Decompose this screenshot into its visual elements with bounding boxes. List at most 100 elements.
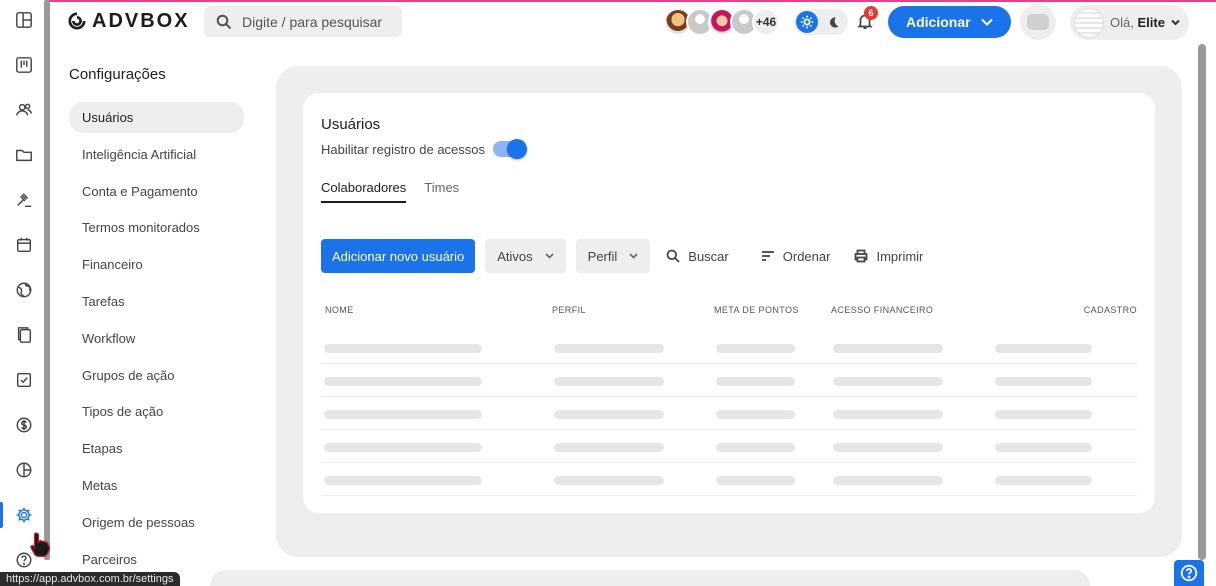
notification-badge: 6	[864, 6, 878, 20]
table-row	[321, 331, 1137, 364]
gear-icon[interactable]	[14, 505, 34, 525]
theme-toggle[interactable]	[794, 9, 848, 35]
column-header-meta[interactable]: META DE PONTOS	[714, 305, 799, 315]
print-button-label: Imprimir	[876, 248, 924, 264]
skeleton-cell	[833, 344, 943, 353]
settings-item-ia[interactable]: Inteligência Artificial	[69, 139, 244, 170]
search-button-label: Buscar	[688, 248, 729, 264]
folder-icon[interactable]	[14, 145, 34, 165]
settings-item-etapas[interactable]: Etapas	[69, 433, 244, 464]
sun-icon[interactable]	[796, 11, 818, 33]
rail-scrollbar[interactable]	[44, 0, 50, 560]
robot-icon	[1027, 14, 1049, 30]
search-button[interactable]: Buscar	[666, 248, 729, 264]
team-avatars[interactable]: +46	[664, 8, 780, 38]
page-title: Usuários	[321, 116, 381, 133]
settings-nav: Usuários Inteligência Artificial Conta e…	[69, 102, 244, 580]
skeleton-cell	[716, 443, 795, 452]
logo-text: ADVBOX	[92, 9, 190, 32]
printer-icon	[855, 249, 868, 263]
people-icon[interactable]	[14, 100, 34, 120]
checkbox-icon[interactable]	[14, 370, 34, 390]
chevron-down-icon	[545, 253, 554, 259]
users-tabs: Colaboradores Times	[321, 180, 459, 203]
settings-item-conta[interactable]: Conta e Pagamento	[69, 176, 244, 207]
assistant-button[interactable]	[1020, 4, 1056, 40]
print-button[interactable]: Imprimir	[854, 249, 923, 264]
chart-pie-icon[interactable]	[14, 460, 34, 480]
avatars-more-count[interactable]: +46	[752, 8, 780, 36]
top-accent-line	[0, 0, 1216, 2]
profile-select-value: Perfil	[587, 248, 618, 264]
skeleton-cell	[716, 344, 795, 353]
hand-cursor-icon	[30, 532, 51, 557]
globe-icon[interactable]	[14, 280, 34, 300]
column-header-perfil[interactable]: PERFIL	[552, 305, 586, 315]
settings-item-parceiros[interactable]: Parceiros	[69, 544, 244, 575]
access-log-label: Habilitar registro de acessos	[321, 141, 486, 157]
settings-item-tipos[interactable]: Tipos de ação	[69, 396, 244, 427]
active-rail-marker	[0, 502, 3, 528]
search-icon	[666, 249, 680, 263]
brand-logo[interactable]: ADVBOX	[68, 10, 190, 32]
documents-icon[interactable]	[14, 325, 34, 345]
sort-button[interactable]: Ordenar	[761, 249, 830, 264]
skeleton-cell	[995, 476, 1092, 485]
global-search[interactable]	[204, 6, 402, 37]
toggle-knob	[507, 139, 528, 159]
skeleton-cell	[324, 410, 482, 419]
search-input[interactable]	[242, 13, 392, 30]
access-log-row: Habilitar registro de acessos	[321, 139, 528, 159]
skeleton-cell	[324, 377, 482, 386]
table-row	[321, 364, 1137, 397]
status-select[interactable]: Ativos	[485, 239, 566, 273]
settings-item-termos[interactable]: Termos monitorados	[69, 212, 244, 243]
settings-item-financeiro[interactable]: Financeiro	[69, 249, 244, 280]
layout-icon[interactable]	[14, 10, 34, 30]
add-button[interactable]: Adicionar	[888, 6, 1011, 38]
gavel-icon[interactable]	[14, 190, 34, 210]
tab-times[interactable]: Times	[424, 180, 459, 203]
user-menu[interactable]: Olá, Elite	[1070, 5, 1189, 40]
chevron-down-icon	[981, 18, 993, 26]
skeleton-cell	[995, 443, 1092, 452]
table-row	[321, 397, 1137, 430]
skeleton-cell	[716, 377, 795, 386]
settings-item-usuarios[interactable]: Usuários	[69, 102, 244, 133]
skeleton-cell	[324, 443, 482, 452]
skeleton-cell	[554, 443, 664, 452]
skeleton-cell	[554, 377, 664, 386]
calendar-icon[interactable]	[14, 235, 34, 255]
skeleton-cell	[833, 410, 943, 419]
skeleton-cell	[833, 443, 943, 452]
settings-item-metas[interactable]: Metas	[69, 470, 244, 501]
page-scrollbar[interactable]	[1198, 44, 1206, 560]
search-icon	[216, 14, 232, 29]
settings-item-origem[interactable]: Origem de pessoas	[69, 507, 244, 538]
column-header-cadastro[interactable]: CADASTRO	[1084, 305, 1137, 315]
tab-colaboradores[interactable]: Colaboradores	[321, 180, 407, 203]
lower-panel-edge	[210, 570, 1090, 586]
skeleton-cell	[554, 476, 664, 485]
skeleton-cell	[716, 476, 795, 485]
skeleton-cell	[995, 344, 1092, 353]
status-bar-url: https://app.advbox.com.br/settings	[0, 572, 180, 586]
skeleton-cell	[324, 344, 482, 353]
moon-icon[interactable]	[822, 11, 844, 33]
add-user-button[interactable]: Adicionar novo usuário	[321, 239, 476, 273]
skeleton-cell	[554, 410, 664, 419]
help-button[interactable]	[1174, 560, 1204, 586]
dollar-icon[interactable]	[14, 415, 34, 435]
users-toolbar: Adicionar novo usuário Ativos Perfil Bus…	[321, 239, 923, 273]
settings-item-tarefas[interactable]: Tarefas	[69, 286, 244, 317]
settings-item-grupos[interactable]: Grupos de ação	[69, 360, 244, 391]
column-header-nome[interactable]: NOME	[325, 305, 354, 315]
profile-select[interactable]: Perfil	[575, 239, 651, 273]
settings-item-workflow[interactable]: Workflow	[69, 323, 244, 354]
access-log-toggle[interactable]	[493, 139, 528, 159]
skeleton-cell	[995, 410, 1092, 419]
kanban-icon[interactable]	[14, 55, 34, 75]
status-select-value: Ativos	[497, 248, 533, 264]
add-button-label: Adicionar	[906, 14, 971, 30]
column-header-acesso[interactable]: ACESSO FINANCEIRO	[831, 305, 933, 315]
